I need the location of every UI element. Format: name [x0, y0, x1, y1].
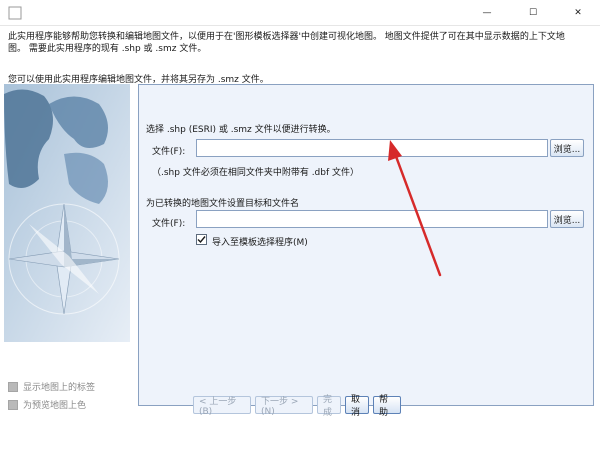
- show-labels-label: 显示地图上的标签: [23, 383, 96, 393]
- color-preview-label: 为预览地图上色: [23, 401, 87, 411]
- target-file-input[interactable]: [196, 210, 548, 228]
- help-button[interactable]: 帮助: [373, 395, 401, 418]
- maximize-button[interactable]: ☐: [510, 0, 556, 26]
- source-file-label: 文件(F):: [152, 147, 186, 157]
- world-map-image: [4, 84, 130, 342]
- check-icon: [197, 236, 206, 244]
- intro-text: 此实用程序能够帮助您转换和编辑地图文件，以便用于在'图形模板选择器'中创建可视化…: [8, 31, 592, 55]
- conversion-panel: 选择 .shp (ESRI) 或 .smz 文件以便进行转换。 文件(F): 浏…: [138, 84, 594, 406]
- target-file-label: 文件(F):: [152, 219, 186, 229]
- minimize-button[interactable]: —: [464, 0, 510, 26]
- finish-button[interactable]: 完成: [317, 395, 341, 418]
- source-browse-button[interactable]: 浏览...: [550, 139, 584, 157]
- cancel-button[interactable]: 取消: [345, 395, 369, 418]
- target-browse-button[interactable]: 浏览...: [550, 210, 584, 228]
- back-button[interactable]: < 上一步(B): [193, 396, 251, 417]
- source-note: （.shp 文件必须在相同文件夹中附带有 .dbf 文件）: [152, 168, 360, 178]
- title-bar: — ☐ ✕: [0, 0, 600, 26]
- color-preview-checkbox[interactable]: [8, 399, 18, 410]
- target-heading: 为已转换的地图文件设置目标和文件名: [146, 199, 300, 209]
- map-illustration: [4, 84, 130, 342]
- wizard-footer: < 上一步(B) 下一步 >(N) 完成 取消 帮助: [193, 395, 401, 418]
- app-icon: [8, 6, 22, 20]
- import-label: 导入至模板选择程序(M): [212, 238, 308, 248]
- source-heading: 选择 .shp (ESRI) 或 .smz 文件以便进行转换。: [146, 125, 336, 135]
- intro-line-2: 图。 需要此实用程序的现有 .shp 或 .smz 文件。: [8, 44, 207, 54]
- color-preview-option[interactable]: 为预览地图上色: [8, 398, 86, 411]
- show-labels-option[interactable]: 显示地图上的标签: [8, 380, 95, 393]
- source-file-input[interactable]: [196, 139, 548, 157]
- next-button[interactable]: 下一步 >(N): [255, 396, 313, 417]
- close-button[interactable]: ✕: [555, 0, 600, 26]
- import-checkbox[interactable]: [196, 234, 207, 245]
- show-labels-checkbox[interactable]: [8, 381, 18, 392]
- intro-line-1: 此实用程序能够帮助您转换和编辑地图文件，以便用于在'图形模板选择器'中创建可视化…: [8, 32, 565, 42]
